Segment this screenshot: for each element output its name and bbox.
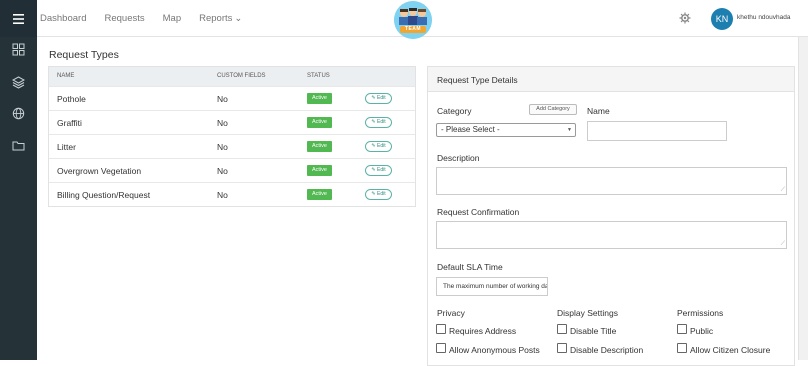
- row-custom-fields: No: [217, 142, 228, 152]
- edit-button-label: Edit: [376, 143, 386, 149]
- pencil-icon: ✎: [371, 191, 376, 197]
- edit-button[interactable]: ✎ Edit: [365, 165, 392, 176]
- table-row: Pothole No Active ✎ Edit: [49, 86, 415, 110]
- public-checkbox[interactable]: [677, 324, 687, 334]
- folder-icon[interactable]: [12, 139, 25, 152]
- disable-description-checkbox[interactable]: [557, 343, 567, 353]
- description-textarea[interactable]: ⟋: [436, 167, 787, 195]
- requires-address-label: Requires Address: [449, 326, 517, 336]
- row-name: Graffiti: [57, 118, 82, 128]
- caret-down-icon: ▼: [567, 127, 572, 133]
- request-types-table: NAME CUSTOM FIELDS STATUS Pothole No Act…: [48, 66, 416, 207]
- add-category-button[interactable]: Add Category: [529, 104, 577, 115]
- team-logo[interactable]: TEAM: [394, 1, 432, 39]
- edit-button[interactable]: ✎ Edit: [365, 117, 392, 128]
- resize-grip-icon[interactable]: ⟋: [781, 241, 785, 247]
- allow-anonymous-label: Allow Anonymous Posts: [449, 345, 540, 355]
- row-name: Pothole: [57, 94, 86, 104]
- logo-text: TEAM: [404, 26, 422, 32]
- confirmation-label: Request Confirmation: [437, 207, 520, 217]
- page-title: Request Types: [49, 49, 119, 61]
- col-header-name: NAME: [57, 73, 75, 79]
- row-name: Overgrown Vegetation: [57, 166, 142, 176]
- requires-address-checkbox[interactable]: [436, 324, 446, 334]
- allow-anonymous-checkbox[interactable]: [436, 343, 446, 353]
- hamburger-icon: [13, 13, 24, 24]
- display-settings-label: Display Settings: [557, 308, 618, 318]
- confirmation-textarea[interactable]: ⟋: [436, 221, 787, 249]
- category-select[interactable]: - Please Select - ▼: [436, 123, 576, 137]
- description-label: Description: [437, 153, 480, 163]
- sla-label: Default SLA Time: [437, 262, 503, 272]
- edit-button-label: Edit: [376, 167, 386, 173]
- resize-grip-icon[interactable]: ⟋: [781, 187, 785, 193]
- row-name: Billing Question/Request: [57, 190, 151, 200]
- top-navbar: Dashboard Requests Map Reports ⌄ TEAM KN …: [0, 0, 808, 39]
- status-badge: Active: [307, 93, 332, 104]
- edit-button[interactable]: ✎ Edit: [365, 189, 392, 200]
- disable-description-label: Disable Description: [570, 345, 644, 355]
- table-row: Litter No Active ✎ Edit: [49, 134, 415, 158]
- pencil-icon: ✎: [371, 95, 376, 101]
- row-custom-fields: No: [217, 190, 228, 200]
- allow-citizen-closure-checkbox[interactable]: [677, 343, 687, 353]
- page-scrollbar[interactable]: [798, 37, 808, 360]
- pencil-icon: ✎: [371, 119, 376, 125]
- nav-map[interactable]: Map: [163, 13, 181, 24]
- disable-title-label: Disable Title: [570, 326, 617, 336]
- name-label: Name: [587, 106, 610, 116]
- layers-icon[interactable]: [12, 76, 25, 89]
- table-row: Graffiti No Active ✎ Edit: [49, 110, 415, 134]
- dashboard-grid-icon[interactable]: [12, 43, 25, 56]
- edit-button[interactable]: ✎ Edit: [365, 93, 392, 104]
- chevron-down-icon: ⌄: [234, 13, 243, 24]
- edit-button-label: Edit: [376, 95, 386, 101]
- gear-icon[interactable]: [679, 12, 691, 24]
- sla-input[interactable]: The maximum number of working day: [436, 277, 548, 296]
- category-label: Category: [437, 106, 472, 116]
- permissions-label: Permissions: [677, 308, 724, 318]
- status-badge: Active: [307, 189, 332, 200]
- row-name: Litter: [57, 142, 76, 152]
- col-header-status: STATUS: [307, 73, 330, 79]
- hamburger-menu-button[interactable]: [0, 0, 37, 37]
- team-logo-image: [394, 1, 432, 39]
- status-badge: Active: [307, 141, 332, 152]
- name-input[interactable]: [587, 121, 727, 141]
- table-header: NAME CUSTOM FIELDS STATUS: [49, 67, 415, 86]
- user-name[interactable]: khethu ndouvhada: [737, 14, 791, 21]
- row-custom-fields: No: [217, 166, 228, 176]
- edit-button-label: Edit: [376, 191, 386, 197]
- globe-icon[interactable]: [12, 107, 25, 120]
- sidebar: [0, 37, 37, 360]
- row-custom-fields: No: [217, 118, 228, 128]
- nav-reports[interactable]: Reports ⌄: [199, 13, 242, 24]
- allow-citizen-closure-label: Allow Citizen Closure: [690, 345, 771, 355]
- status-badge: Active: [307, 117, 332, 128]
- pencil-icon: ✎: [371, 167, 376, 173]
- nav-dashboard[interactable]: Dashboard: [40, 13, 86, 24]
- row-custom-fields: No: [217, 94, 228, 104]
- table-row: Overgrown Vegetation No Active ✎ Edit: [49, 158, 415, 182]
- edit-button-label: Edit: [376, 119, 386, 125]
- public-label: Public: [690, 326, 714, 336]
- disable-title-checkbox[interactable]: [557, 324, 567, 334]
- pencil-icon: ✎: [371, 143, 376, 149]
- main-nav: Dashboard Requests Map Reports ⌄: [40, 0, 260, 37]
- nav-requests[interactable]: Requests: [104, 13, 144, 24]
- status-badge: Active: [307, 165, 332, 176]
- request-type-details-panel: Request Type Details Category Add Catego…: [427, 66, 795, 366]
- privacy-label: Privacy: [437, 308, 465, 318]
- user-avatar[interactable]: KN: [711, 8, 733, 30]
- edit-button[interactable]: ✎ Edit: [365, 141, 392, 152]
- nav-reports-label: Reports: [199, 13, 233, 24]
- col-header-custom-fields: CUSTOM FIELDS: [217, 73, 266, 79]
- panel-title: Request Type Details: [428, 67, 794, 92]
- table-row: Billing Question/Request No Active ✎ Edi…: [49, 182, 415, 206]
- category-select-value: - Please Select -: [441, 125, 500, 134]
